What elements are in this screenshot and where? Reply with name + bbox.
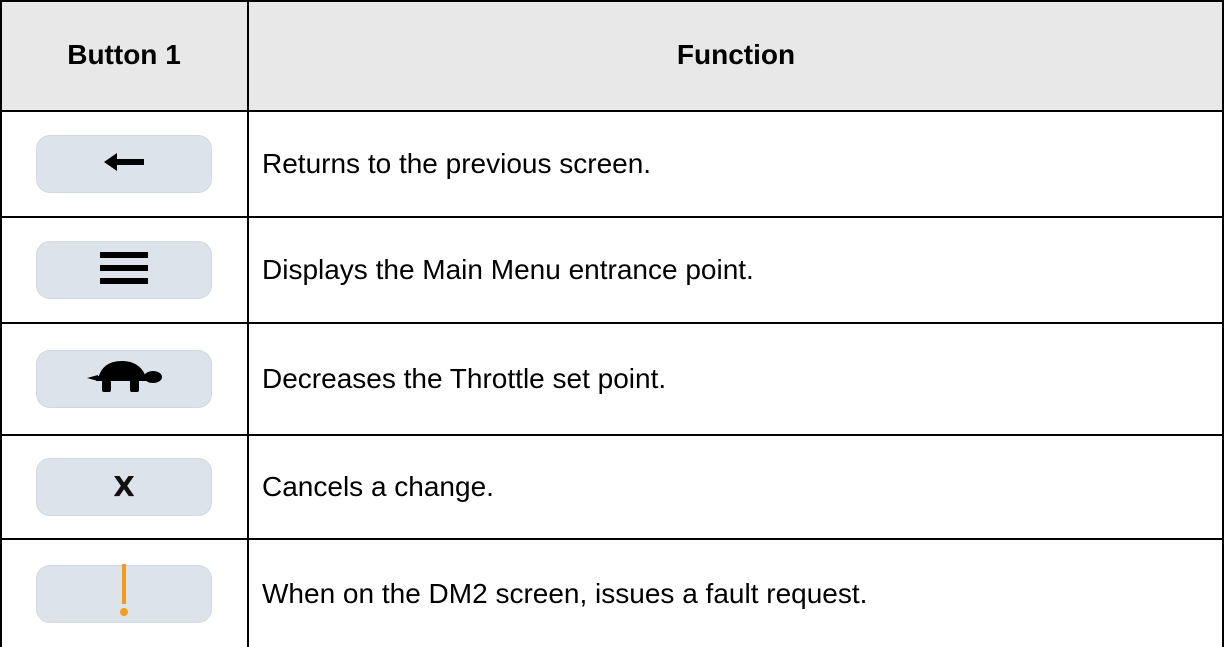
left-arrow-icon: [104, 152, 144, 177]
row-divider: [0, 216, 1224, 218]
exclamation-icon: [117, 562, 131, 625]
fault-request-button[interactable]: [36, 562, 212, 625]
table-border-left: [0, 0, 2, 647]
table-row: Returns to the previous screen.: [0, 112, 1224, 216]
row-divider: [0, 110, 1224, 112]
button-function-table: Button 1 Function Returns to the previou…: [0, 0, 1224, 647]
table-row: Decreases the Throttle set point.: [0, 324, 1224, 434]
row-divider: [0, 538, 1224, 540]
function-description: Decreases the Throttle set point.: [262, 363, 667, 394]
turtle-icon: [84, 357, 164, 402]
function-description: Cancels a change.: [262, 471, 494, 502]
header-function-column: Function: [676, 39, 796, 70]
table-row: X Cancels a change.: [0, 436, 1224, 538]
hamburger-menu-icon: [100, 250, 148, 291]
row-divider: [0, 434, 1224, 436]
table-header: Button 1 Function: [0, 0, 1224, 110]
header-button-column: Button 1: [67, 39, 181, 70]
back-button[interactable]: [36, 135, 212, 193]
main-menu-button[interactable]: [36, 241, 212, 299]
function-description: Returns to the previous screen.: [262, 148, 652, 179]
x-icon: X: [113, 470, 135, 503]
table-row: Displays the Main Menu entrance point.: [0, 218, 1224, 322]
decrease-throttle-button[interactable]: [36, 350, 212, 408]
table-border-top: [0, 0, 1224, 2]
cancel-button[interactable]: X: [36, 458, 212, 516]
function-description: When on the DM2 screen, issues a fault r…: [262, 577, 868, 609]
table-row: When on the DM2 screen, issues a fault r…: [0, 540, 1224, 647]
column-divider: [247, 0, 249, 647]
row-divider: [0, 322, 1224, 324]
function-description: Displays the Main Menu entrance point.: [262, 254, 754, 285]
